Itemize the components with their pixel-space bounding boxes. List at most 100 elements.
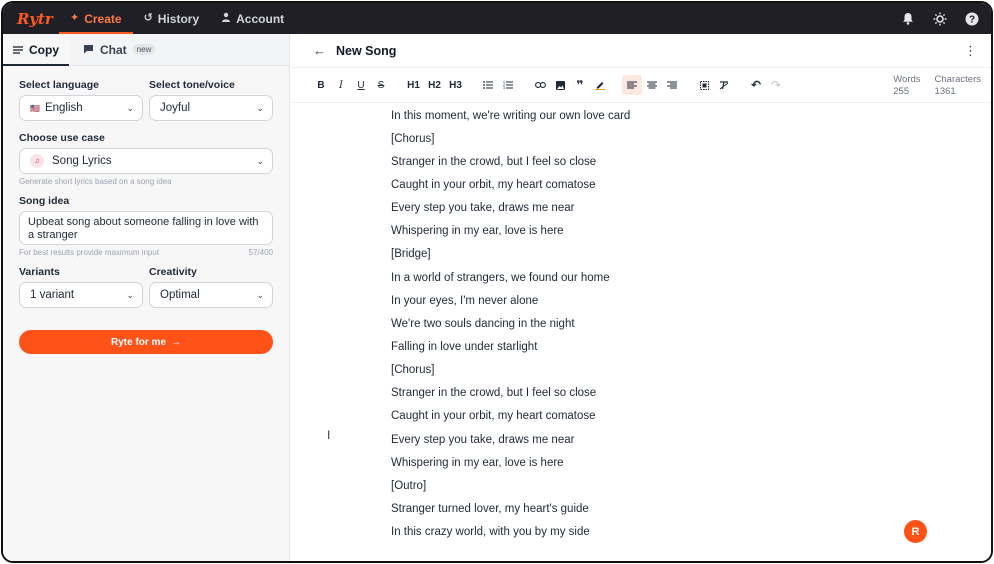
numbered-list-icon[interactable]: 123 bbox=[498, 75, 518, 95]
history-icon: ↺ bbox=[143, 12, 153, 24]
tab-chat-label: Chat bbox=[100, 42, 127, 57]
lyric-line: [Outro] bbox=[391, 479, 427, 492]
music-note-icon: ♫ bbox=[30, 154, 44, 168]
strikethrough-button[interactable]: S bbox=[371, 75, 391, 95]
back-arrow-icon[interactable]: ← bbox=[313, 43, 326, 58]
lyric-line: Caught in your orbit, my heart comatose bbox=[391, 178, 596, 191]
chat-icon bbox=[83, 43, 94, 57]
lyric-line: [Chorus] bbox=[391, 132, 435, 145]
text-cursor-icon: I bbox=[327, 428, 331, 442]
lyric-line: Falling in love under starlight bbox=[391, 340, 538, 353]
lyric-line: In your eyes, I'm never alone bbox=[391, 294, 539, 307]
image-icon[interactable] bbox=[550, 75, 570, 95]
creativity-select[interactable]: Optimal ⌄ bbox=[149, 282, 273, 308]
bold-button[interactable]: B bbox=[311, 75, 331, 95]
sun-icon[interactable] bbox=[933, 12, 947, 26]
align-left-icon[interactable] bbox=[622, 75, 642, 95]
rytr-assistant-button[interactable]: R bbox=[904, 520, 927, 543]
use-case-value: Song Lyrics bbox=[52, 155, 112, 167]
characters-value: 1361 bbox=[934, 86, 956, 97]
chevron-down-icon: ⌄ bbox=[126, 102, 134, 113]
editor-content[interactable]: In this moment, we're writing our own lo… bbox=[391, 104, 971, 561]
nav-history-label: History bbox=[157, 11, 200, 26]
words-value: 255 bbox=[893, 86, 910, 97]
ryte-for-me-button[interactable]: Ryte for me → bbox=[19, 330, 273, 354]
use-case-label: Choose use case bbox=[19, 132, 105, 144]
nav-account-label: Account bbox=[236, 11, 285, 26]
lyric-line: Every step you take, draws me near bbox=[391, 433, 575, 446]
tone-value: Joyful bbox=[160, 102, 191, 114]
rytr-logo[interactable]: Rytr bbox=[17, 10, 59, 28]
heading-1-button[interactable]: H1 bbox=[403, 75, 424, 95]
ryte-for-me-label: Ryte for me bbox=[110, 336, 166, 348]
link-icon[interactable] bbox=[530, 75, 550, 95]
more-vertical-icon[interactable]: ⋮ bbox=[964, 43, 977, 59]
characters-label: Characters bbox=[934, 74, 981, 85]
document-stats: Words 255 Characters 1361 bbox=[893, 74, 981, 98]
tone-select[interactable]: Joyful ⌄ bbox=[149, 95, 273, 121]
quote-icon[interactable]: ❞ bbox=[570, 75, 590, 95]
chevron-down-icon: ⌄ bbox=[256, 289, 264, 300]
bell-icon[interactable] bbox=[901, 12, 915, 26]
lyric-line: Caught in your orbit, my heart comatose bbox=[391, 410, 596, 423]
lyric-line: [Chorus] bbox=[391, 364, 435, 377]
lyric-line: Stranger in the crowd, but I feel so clo… bbox=[391, 387, 597, 400]
document-header: ← New Song ⋮ bbox=[291, 34, 991, 68]
us-flag-icon: 🇺🇸 bbox=[30, 103, 40, 113]
tab-copy-label: Copy bbox=[29, 42, 59, 57]
words-label: Words bbox=[893, 74, 921, 85]
lines-icon bbox=[13, 43, 23, 57]
select-all-icon[interactable] bbox=[694, 75, 714, 95]
creativity-label: Creativity bbox=[149, 266, 197, 278]
editor-panel: ← New Song ⋮ B I U S H1 H2 H3 123 ❞ ↶ ↷ … bbox=[291, 34, 991, 561]
creativity-value: Optimal bbox=[160, 289, 200, 301]
song-idea-input[interactable]: Upbeat song about someone falling in lov… bbox=[19, 211, 273, 245]
user-icon bbox=[221, 12, 231, 25]
tab-chat[interactable]: Chat new bbox=[73, 34, 165, 65]
variants-label: Variants bbox=[19, 266, 60, 278]
variants-select[interactable]: 1 variant ⌄ bbox=[19, 282, 143, 308]
lyric-line: Stranger in the crowd, but I feel so clo… bbox=[391, 155, 597, 168]
lyric-line: Whispering in my ear, love is here bbox=[391, 225, 564, 238]
tab-copy[interactable]: Copy bbox=[3, 34, 69, 66]
use-case-select[interactable]: ♫ Song Lyrics ⌄ bbox=[19, 148, 273, 174]
lyric-line: In a world of strangers, we found our ho… bbox=[391, 271, 610, 284]
align-center-icon[interactable] bbox=[642, 75, 662, 95]
heading-3-button[interactable]: H3 bbox=[445, 75, 466, 95]
new-badge: new bbox=[132, 44, 156, 55]
variants-value: 1 variant bbox=[30, 289, 75, 301]
underline-button[interactable]: U bbox=[351, 75, 371, 95]
top-bar: Rytr ✦ Create ↺ History Account ? bbox=[3, 3, 991, 34]
italic-button[interactable]: I bbox=[331, 75, 351, 95]
song-idea-count: 57/400 bbox=[248, 248, 273, 257]
lyric-line: Whispering in my ear, love is here bbox=[391, 456, 564, 469]
song-idea-hint: For best results provide maximum input bbox=[19, 248, 160, 257]
use-case-hint: Generate short lyrics based on a song id… bbox=[19, 177, 172, 186]
lyric-line: We're two souls dancing in the night bbox=[391, 317, 575, 330]
align-right-icon[interactable] bbox=[662, 75, 682, 95]
clear-format-icon[interactable] bbox=[714, 75, 734, 95]
svg-text:3: 3 bbox=[503, 86, 505, 89]
highlight-pen-icon[interactable] bbox=[590, 75, 610, 95]
bullet-list-icon[interactable] bbox=[478, 75, 498, 95]
app-window: Rytr ✦ Create ↺ History Account ? Copy C… bbox=[1, 1, 993, 563]
document-title[interactable]: New Song bbox=[336, 44, 396, 58]
sparkle-icon: ✦ bbox=[70, 12, 80, 24]
chevron-down-icon: ⌄ bbox=[256, 155, 264, 166]
help-icon[interactable]: ? bbox=[965, 12, 979, 26]
lyric-line: [Bridge] bbox=[391, 248, 431, 261]
nav-history[interactable]: ↺ History bbox=[133, 3, 211, 34]
nav-create[interactable]: ✦ Create bbox=[59, 3, 133, 34]
heading-2-button[interactable]: H2 bbox=[424, 75, 445, 95]
left-tabs: Copy Chat new bbox=[3, 34, 289, 66]
language-select[interactable]: 🇺🇸 English ⌄ bbox=[19, 95, 143, 121]
chevron-down-icon: ⌄ bbox=[256, 102, 264, 113]
redo-icon[interactable]: ↷ bbox=[766, 75, 786, 95]
lyric-line: Stranger turned lover, my heart's guide bbox=[391, 502, 589, 515]
arrow-right-icon: → bbox=[171, 336, 181, 348]
lyric-line: In this moment, we're writing our own lo… bbox=[391, 109, 631, 122]
editor-toolbar: B I U S H1 H2 H3 123 ❞ ↶ ↷ Words 255 Cha… bbox=[291, 68, 991, 103]
nav-account[interactable]: Account bbox=[210, 3, 295, 34]
tone-label: Select tone/voice bbox=[149, 79, 235, 91]
undo-icon[interactable]: ↶ bbox=[746, 75, 766, 95]
